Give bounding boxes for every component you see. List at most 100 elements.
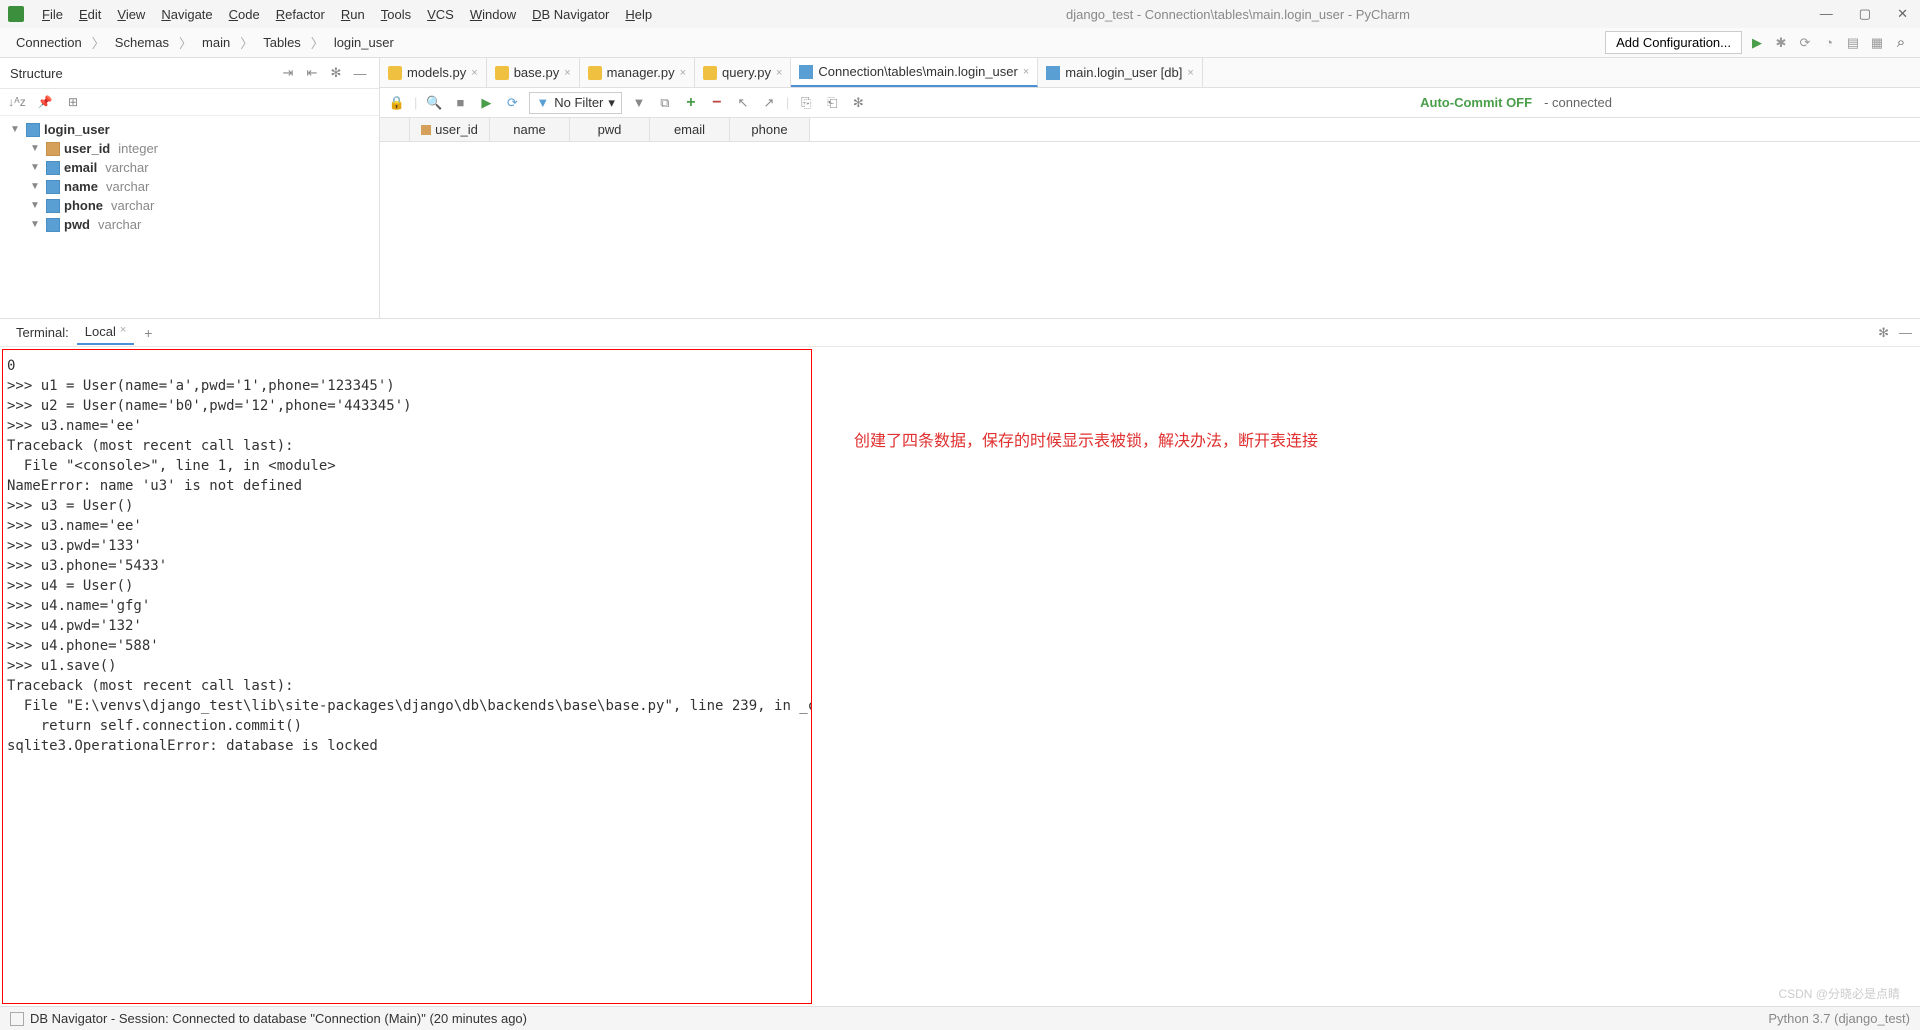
maximize-icon[interactable]: ▢ [1855,6,1875,22]
watermark: CSDN @分晓必是点睛 [1778,985,1900,1002]
column-header-phone[interactable]: phone [730,118,810,141]
terminal-tab-local[interactable]: Local × [77,320,135,345]
table-icon [26,123,40,137]
breadcrumb-item[interactable]: Connection [10,33,88,52]
refresh-icon[interactable]: ⟳ [503,94,521,112]
pin-icon[interactable]: 📌 [36,93,54,111]
close-icon[interactable]: × [1187,67,1193,79]
breadcrumb-item[interactable]: Tables [257,33,307,52]
file-icon [1046,66,1060,80]
filter-clear-icon[interactable]: ▼ [630,94,648,112]
coverage-icon[interactable]: ⟳ [1796,34,1814,52]
gear-icon[interactable]: ✻ [327,64,345,82]
annotation-text: 创建了四条数据，保存的时候显示表被锁，解决办法，断开表连接 [814,347,1920,1006]
close-icon[interactable]: × [471,67,477,79]
menu-run[interactable]: Run [333,4,373,25]
editor-area: models.py×base.py×manager.py×query.py×Co… [380,58,1920,318]
run-icon[interactable]: ▶ [1748,34,1766,52]
column-header-name[interactable]: name [490,118,570,141]
file-icon [799,65,813,79]
key-icon [421,125,431,135]
breadcrumb-item[interactable]: Schemas [109,33,175,52]
search-icon[interactable]: ⌕ [1892,34,1910,52]
zoom-icon[interactable]: 🔍 [425,94,443,112]
down-icon[interactable]: ↗ [760,94,778,112]
add-configuration-button[interactable]: Add Configuration... [1605,31,1742,54]
editor-tabs: models.py×base.py×manager.py×query.py×Co… [380,58,1920,88]
menu-help[interactable]: Help [617,4,660,25]
hide-icon[interactable]: — [1899,325,1912,341]
chevron-down-icon: ▼ [10,124,22,135]
sort-icon[interactable]: ↓ᴬᴢ [8,93,26,111]
menu-refactor[interactable]: Refactor [268,4,333,25]
gear-icon[interactable]: ✻ [1878,325,1889,341]
close-icon[interactable]: × [1023,66,1029,78]
window-title: django_test - Connection\tables\main.log… [662,7,1814,22]
layout-icon[interactable]: ▤ [1844,34,1862,52]
terminal-output[interactable]: 0 >>> u1 = User(name='a',pwd='1',phone='… [2,349,812,1004]
up-icon[interactable]: ↖ [734,94,752,112]
filter-dropdown[interactable]: ▼ No Filter ▾ [529,92,622,114]
menu-file[interactable]: File [34,4,71,25]
close-icon[interactable]: × [776,67,782,79]
import-icon[interactable]: ⎘ [797,94,815,112]
chevron-right-icon: ▼ [30,181,42,192]
tree-root[interactable]: ▼ login_user [6,120,373,139]
menu-vcs[interactable]: VCS [419,4,462,25]
more-icon[interactable]: ▦ [1868,34,1886,52]
play-icon[interactable]: ▶ [477,94,495,112]
editor-tab[interactable]: models.py× [380,58,487,87]
python-interpreter[interactable]: Python 3.7 (django_test) [1768,1011,1910,1026]
file-icon [588,66,602,80]
editor-tab[interactable]: base.py× [487,58,580,87]
file-icon [388,66,402,80]
db-table-header: user_idnamepwdemailphone [380,118,1920,142]
column-header-pwd[interactable]: pwd [570,118,650,141]
column-header-email[interactable]: email [650,118,730,141]
hide-icon[interactable]: — [351,64,369,82]
menu-tools[interactable]: Tools [373,4,419,25]
status-icon[interactable] [10,1012,24,1026]
minimize-icon[interactable]: — [1816,6,1837,22]
expand-icon[interactable]: ⇤ [303,64,321,82]
editor-tab[interactable]: main.login_user [db]× [1038,58,1203,87]
close-icon[interactable]: × [120,324,126,339]
menu-navigate[interactable]: Navigate [153,4,220,25]
editor-tab[interactable]: query.py× [695,58,791,87]
tree-column-user_id[interactable]: ▼user_idinteger [6,139,373,158]
close-icon[interactable]: × [680,67,686,79]
profile-icon[interactable]: ◔ [1820,34,1838,52]
collapse-icon[interactable]: ⇥ [279,64,297,82]
copy-icon[interactable]: ⧉ [656,94,674,112]
export-icon[interactable]: ⎗ [823,94,841,112]
settings-icon[interactable]: ✻ [849,94,867,112]
breadcrumb-item[interactable]: main [196,33,236,52]
menu-code[interactable]: Code [221,4,268,25]
menu-db-navigator[interactable]: DB Navigator [524,4,617,25]
editor-tab[interactable]: Connection\tables\main.login_user× [791,58,1038,87]
tree-column-phone[interactable]: ▼phonevarchar [6,196,373,215]
editor-tab[interactable]: manager.py× [580,58,695,87]
terminal-label: Terminal: [8,325,77,340]
column-header-user_id[interactable]: user_id [410,118,490,141]
stop-icon[interactable]: ■ [451,94,469,112]
delete-row-icon[interactable]: − [708,94,726,112]
close-icon[interactable]: ✕ [1893,6,1912,22]
add-terminal-button[interactable]: + [134,325,162,341]
key-icon [46,142,60,156]
tree-column-pwd[interactable]: ▼pwdvarchar [6,215,373,234]
menu-window[interactable]: Window [462,4,524,25]
breadcrumb-item[interactable]: login_user [328,33,400,52]
close-icon[interactable]: × [564,67,570,79]
column-icon [46,180,60,194]
add-row-icon[interactable]: + [682,94,700,112]
menu-view[interactable]: View [109,4,153,25]
lock-icon[interactable]: 🔒 [388,94,406,112]
chevron-right-icon: ▼ [30,219,42,230]
statusbar: DB Navigator - Session: Connected to dat… [0,1006,1920,1030]
tree-column-name[interactable]: ▼namevarchar [6,177,373,196]
tree-column-email[interactable]: ▼emailvarchar [6,158,373,177]
menu-edit[interactable]: Edit [71,4,109,25]
debug-icon[interactable]: ✱ [1772,34,1790,52]
tree-icon[interactable]: ⊞ [64,93,82,111]
